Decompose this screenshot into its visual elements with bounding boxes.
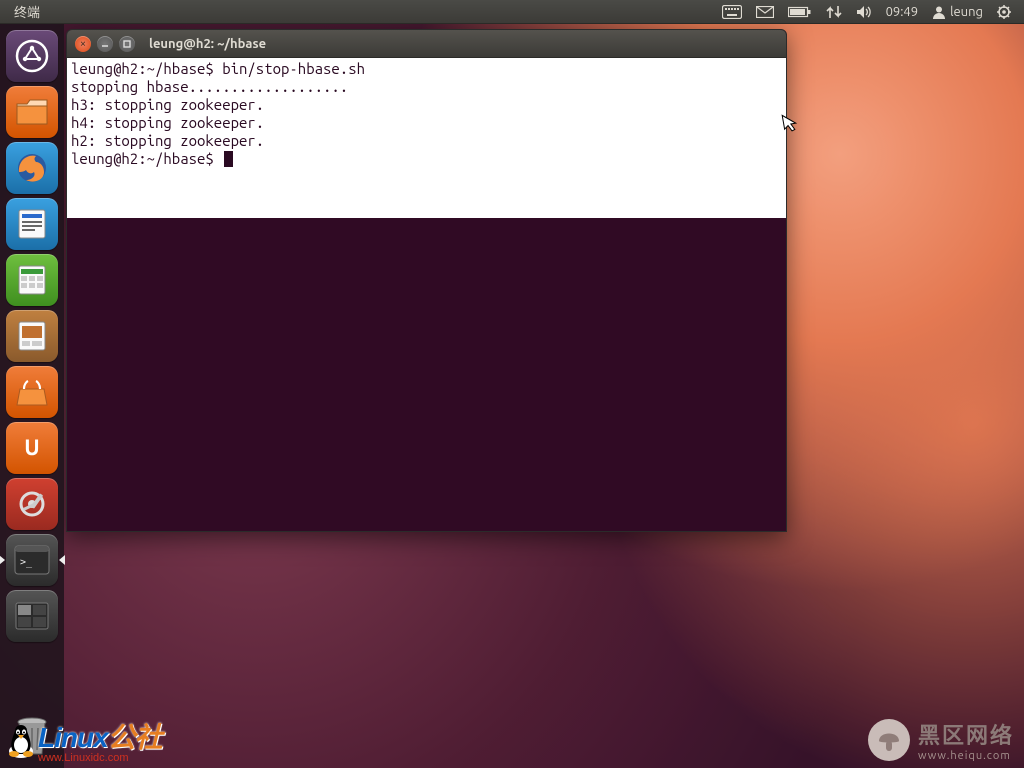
keyboard-indicator[interactable] [715,0,749,23]
battery-indicator[interactable] [781,0,819,23]
running-indicator-icon [0,555,5,565]
launcher-dash[interactable] [6,30,58,82]
clock[interactable]: 09:49 [879,0,926,23]
window-title: leung@h2: ~/hbase [149,37,266,51]
watermark-brand-suffix: 公社 [108,722,162,753]
terminal-content[interactable]: leung@h2:~/hbase$ bin/stop-hbase.sh stop… [67,58,786,218]
launcher-firefox[interactable] [6,142,58,194]
mushroom-icon [868,719,910,761]
launcher-settings[interactable] [6,478,58,530]
focused-indicator-icon [59,555,65,565]
tux-icon [4,721,38,759]
network-indicator[interactable] [819,0,849,23]
sound-indicator[interactable] [849,0,879,23]
active-app-label[interactable]: 终端 [6,2,48,21]
watermark-right: 黑区网络 www.heiqu.com [868,718,1014,762]
svg-text:U: U [24,435,39,460]
terminal-line: leung@h2:~/hbase$ [71,150,222,167]
watermark-left: Linux公社 www.Linuxidc.com [4,716,162,764]
launcher-files[interactable] [6,86,58,138]
launcher-workspace[interactable] [6,590,58,642]
launcher-software[interactable] [6,366,58,418]
terminal-line: h2: stopping zookeeper. [71,132,264,149]
watermark-url-right: www.heiqu.com [918,750,1014,762]
session-gear-icon[interactable] [990,0,1018,23]
user-menu[interactable]: leung [925,0,990,23]
top-panel: 终端 09:49 leung [0,0,1024,24]
window-minimize-button[interactable] [97,36,113,52]
launcher-ubuntuone[interactable]: U [6,422,58,474]
mail-indicator[interactable] [749,0,781,23]
launcher-impress[interactable] [6,310,58,362]
unity-launcher: U >_ [0,24,64,768]
launcher-calc[interactable] [6,254,58,306]
terminal-line: h3: stopping zookeeper. [71,96,264,113]
user-name-label: leung [946,5,983,19]
launcher-terminal[interactable]: >_ [6,534,58,586]
terminal-line: leung@h2:~/hbase$ bin/stop-hbase.sh [71,60,365,77]
launcher-writer[interactable] [6,198,58,250]
svg-text:>_: >_ [20,557,33,568]
window-close-button[interactable]: × [75,36,91,52]
terminal-line: h4: stopping zookeeper. [71,114,264,131]
terminal-window: × leung@h2: ~/hbase leung@h2:~/hbase$ bi… [66,29,787,532]
watermark-brand: Linux [38,722,108,753]
watermark-cn: 黑区网络 [918,718,1014,750]
terminal-line: stopping hbase................... [71,78,348,95]
terminal-cursor [224,151,233,167]
window-maximize-button[interactable] [119,36,135,52]
window-titlebar[interactable]: × leung@h2: ~/hbase [67,30,786,58]
